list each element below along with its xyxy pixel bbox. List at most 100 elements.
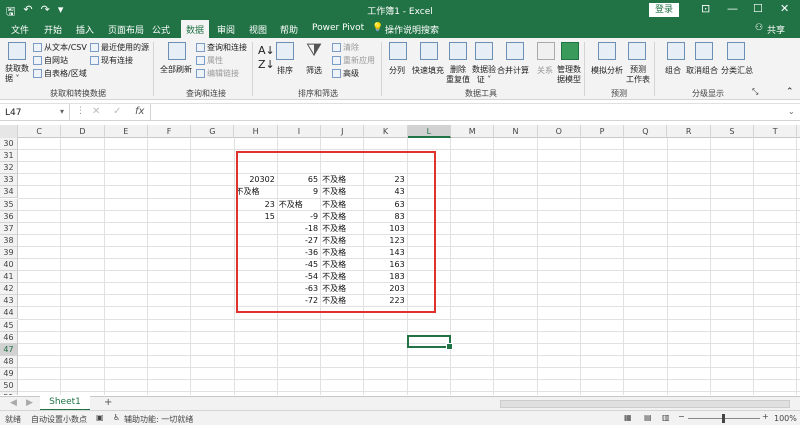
data-model-icon[interactable] — [561, 42, 579, 60]
horizontal-scrollbar[interactable] — [500, 400, 790, 408]
expand-formula-icon[interactable]: ⌄ — [788, 107, 795, 116]
data-validation-button[interactable]: 数据验 证 ˅ — [472, 65, 496, 85]
zoom-slider-thumb[interactable] — [722, 414, 725, 423]
ungroup-button[interactable]: 取消组合 — [686, 65, 718, 76]
row-header-31[interactable]: 31 — [0, 150, 18, 163]
zoom-level[interactable]: 100% — [774, 414, 797, 423]
macro-record-icon[interactable]: ▣ — [96, 413, 104, 422]
column-header-K[interactable]: K — [364, 125, 408, 138]
get-data-icon[interactable] — [8, 42, 26, 60]
subtotal-icon[interactable] — [727, 42, 745, 60]
from-table-button[interactable]: 自表格/区域 — [33, 68, 87, 79]
tab-formulas[interactable]: 公式 — [152, 23, 170, 36]
data-validation-icon[interactable] — [475, 42, 493, 60]
subtotal-button[interactable]: 分类汇总 — [721, 65, 753, 76]
tab-view[interactable]: 视图 — [249, 23, 267, 36]
tab-review[interactable]: 审阅 — [217, 23, 235, 36]
column-header-S[interactable]: S — [711, 125, 755, 138]
column-header-D[interactable]: D — [61, 125, 105, 138]
row-header-33[interactable]: 33 — [0, 174, 18, 187]
from-text-button[interactable]: 从文本/CSV — [33, 42, 87, 53]
close-button[interactable]: ✕ — [780, 2, 789, 15]
zoom-out-button[interactable]: − — [678, 412, 685, 421]
remove-duplicates-button[interactable]: 删除 重复值 — [446, 65, 470, 85]
select-all-corner[interactable] — [0, 125, 18, 138]
sort-az-icon[interactable]: A↓ — [258, 44, 275, 57]
namebox-dropdown-icon[interactable]: ▾ — [60, 107, 64, 116]
refresh-all-button[interactable]: 全部刷新 — [160, 64, 192, 75]
page-break-view-icon[interactable]: ▥ — [662, 413, 670, 422]
manage-data-model-button[interactable]: 管理数 据模型 — [557, 65, 581, 85]
dialog-launcher-icon[interactable]: ⤡ — [752, 87, 758, 97]
ribbon-display-icon[interactable]: ⊡ — [701, 2, 710, 15]
row-header-32[interactable]: 32 — [0, 162, 18, 175]
get-data-button[interactable]: 获取数 据 ˅ — [5, 64, 29, 84]
from-web-button[interactable]: 自网站 — [33, 55, 68, 66]
column-header-O[interactable]: O — [538, 125, 581, 138]
forecast-sheet-button[interactable]: 预测 工作表 — [626, 65, 650, 85]
add-sheet-button[interactable]: + — [104, 397, 112, 408]
column-header-J[interactable]: J — [321, 125, 365, 138]
row-header-49[interactable]: 49 — [0, 367, 18, 380]
share-button[interactable]: 共享 — [767, 23, 785, 36]
row-header-40[interactable]: 40 — [0, 259, 18, 271]
remove-duplicates-icon[interactable] — [449, 42, 467, 60]
row-header-45[interactable]: 45 — [0, 319, 18, 332]
column-header-N[interactable]: N — [494, 125, 538, 138]
row-header-41[interactable]: 41 — [0, 271, 18, 284]
normal-view-icon[interactable]: ▦ — [624, 413, 632, 422]
column-header-Q[interactable]: Q — [624, 125, 668, 138]
zoom-in-button[interactable]: + — [762, 412, 769, 421]
row-header-34[interactable]: 34 — [0, 186, 18, 199]
row-header-50[interactable]: 50 — [0, 380, 18, 392]
whatif-analysis-button[interactable]: 模拟分析 — [591, 65, 623, 76]
tab-power-pivot[interactable]: Power Pivot — [312, 23, 364, 33]
refresh-icon[interactable] — [168, 42, 186, 60]
column-header-L[interactable]: L — [407, 125, 451, 138]
column-header-M[interactable]: M — [451, 125, 495, 138]
page-layout-view-icon[interactable]: ▤ — [644, 413, 652, 422]
row-header-46[interactable]: 46 — [0, 331, 18, 344]
text-to-columns-icon[interactable] — [389, 42, 407, 60]
forecast-icon[interactable] — [628, 42, 646, 60]
row-header-44[interactable]: 44 — [0, 307, 18, 320]
row-header-43[interactable]: 43 — [0, 295, 18, 308]
row-header-30[interactable]: 30 — [0, 138, 18, 150]
flash-fill-button[interactable]: 快速填充 — [412, 65, 444, 76]
insert-function-icon[interactable]: fx — [135, 106, 144, 117]
text-to-columns-button[interactable]: 分列 — [389, 65, 405, 76]
tab-home[interactable]: 开始 — [44, 23, 62, 36]
edit-links-button[interactable]: 编辑链接 — [196, 68, 239, 79]
existing-connections-button[interactable]: 现有连接 — [90, 55, 133, 66]
clear-filter-button[interactable]: 清除 — [332, 42, 359, 53]
sheet-tab-sheet1[interactable]: Sheet1 — [40, 396, 90, 411]
login-button[interactable]: 登录 — [649, 3, 679, 17]
tab-insert[interactable]: 插入 — [76, 23, 94, 36]
sheet-next-icon[interactable]: ▶ — [26, 398, 33, 408]
group-icon[interactable] — [667, 42, 685, 60]
row-header-42[interactable]: 42 — [0, 283, 18, 296]
cancel-icon[interactable]: ✕ — [92, 106, 100, 117]
maximize-button[interactable]: ☐ — [753, 2, 763, 15]
flash-fill-icon[interactable] — [420, 42, 438, 60]
properties-button[interactable]: 属性 — [196, 55, 223, 66]
sheet-prev-icon[interactable]: ◀ — [10, 398, 17, 408]
whatif-icon[interactable] — [598, 42, 616, 60]
collapse-ribbon-icon[interactable]: ⌃ — [786, 87, 794, 97]
column-header-H[interactable]: H — [235, 125, 278, 138]
sort-za-icon[interactable]: Z↓ — [258, 58, 275, 71]
status-accessibility[interactable]: 辅助功能: 一切就绪 — [124, 414, 193, 425]
column-header-E[interactable]: E — [105, 125, 148, 138]
row-header-51[interactable]: 51 — [0, 392, 18, 395]
tab-page-layout[interactable]: 页面布局 — [108, 23, 144, 36]
column-header-R[interactable]: R — [668, 125, 711, 138]
sort-icon[interactable] — [276, 42, 294, 60]
enter-icon[interactable]: ✓ — [113, 106, 121, 117]
tell-me-search[interactable]: 操作说明搜索 — [385, 23, 439, 36]
column-header-P[interactable]: P — [581, 125, 625, 138]
column-header-G[interactable]: G — [191, 125, 235, 138]
relationships-button[interactable]: 关系 — [537, 65, 553, 76]
reapply-button[interactable]: 重新应用 — [332, 55, 375, 66]
group-button[interactable]: 组合 — [665, 65, 681, 76]
column-header-T[interactable]: T — [754, 125, 798, 138]
